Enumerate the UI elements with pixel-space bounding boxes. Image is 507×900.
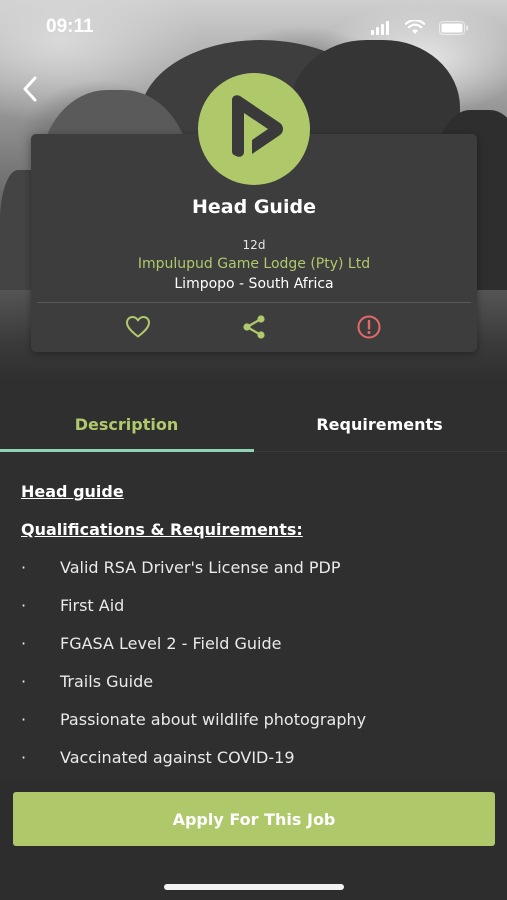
job-title: Head Guide bbox=[192, 196, 316, 218]
card-actions bbox=[31, 310, 477, 346]
description-heading: Head guide bbox=[21, 482, 124, 501]
list-item-text: First Aid bbox=[60, 596, 125, 615]
list-item-text: Vaccinated against COVID-19 bbox=[60, 748, 295, 767]
tab-description[interactable]: Description bbox=[0, 396, 253, 452]
bullet: · bbox=[21, 710, 27, 729]
posted-age: 12d bbox=[242, 238, 266, 252]
bullet: · bbox=[21, 596, 27, 615]
chevron-left-icon bbox=[23, 76, 37, 102]
active-tab-indicator bbox=[0, 449, 254, 452]
status-bar: 09:11 bbox=[0, 0, 507, 56]
share-icon bbox=[243, 315, 265, 339]
apply-button[interactable]: Apply For This Job bbox=[13, 792, 495, 846]
job-location: Limpopo - South Africa bbox=[174, 276, 334, 292]
tab-bar: Description Requirements bbox=[0, 396, 507, 454]
tab-requirements[interactable]: Requirements bbox=[253, 396, 506, 452]
list-item-text: FGASA Level 2 - Field Guide bbox=[60, 634, 282, 653]
bullet: · bbox=[21, 672, 27, 691]
bullet: · bbox=[21, 634, 27, 653]
status-time: 09:11 bbox=[46, 16, 94, 37]
back-button[interactable] bbox=[16, 72, 44, 106]
signal-icon bbox=[371, 20, 391, 39]
list-item-text: Trails Guide bbox=[60, 672, 154, 691]
alert-circle-icon bbox=[357, 315, 381, 339]
qualifications-heading: Qualifications & Requirements: bbox=[21, 520, 303, 539]
wifi-icon bbox=[404, 19, 426, 39]
list-item-text: Valid RSA Driver's License and PDP bbox=[60, 558, 341, 577]
battery-icon bbox=[439, 20, 469, 39]
card-divider bbox=[37, 302, 471, 303]
report-button[interactable] bbox=[354, 312, 384, 342]
company-logo bbox=[198, 73, 310, 185]
list-item-text: Passionate about wildlife photography bbox=[60, 710, 367, 729]
play-logo-icon bbox=[232, 95, 283, 157]
share-button[interactable] bbox=[239, 312, 269, 342]
favorite-button[interactable] bbox=[123, 312, 153, 342]
home-indicator bbox=[164, 884, 344, 890]
company-name[interactable]: Impulupud Game Lodge (Pty) Ltd bbox=[31, 256, 477, 272]
bullet: · bbox=[21, 748, 27, 767]
bullet: · bbox=[21, 558, 27, 577]
heart-icon bbox=[126, 316, 150, 338]
